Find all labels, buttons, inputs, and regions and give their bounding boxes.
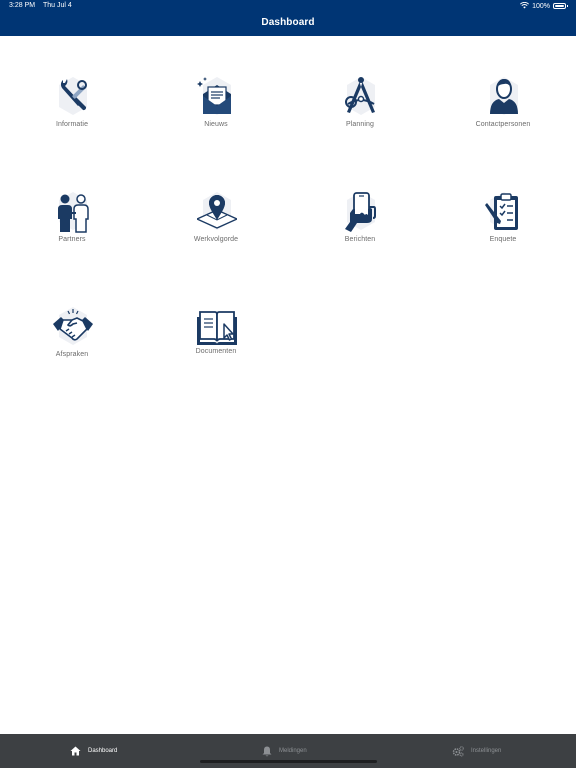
- map-pin-icon: [197, 189, 237, 233]
- tile-label: Informatie: [55, 121, 89, 128]
- handshake-icon: [53, 304, 93, 348]
- home-icon: [70, 746, 81, 756]
- tab-label: Dashboard: [88, 748, 118, 754]
- tile-label: Documenten: [195, 348, 237, 355]
- battery-percent: 100%: [532, 2, 550, 10]
- battery-level: [555, 5, 564, 7]
- status-bar: 3:28 PM Thu Jul 4 100%: [0, 0, 576, 12]
- newsletter-icon: [197, 74, 237, 118]
- tile-label: Planning: [345, 121, 375, 128]
- tile-documenten[interactable]: Documenten: [161, 306, 271, 386]
- tile-enquete[interactable]: Enquete: [448, 189, 558, 269]
- phone-hand-icon: [341, 189, 381, 233]
- status-time: 3:28 PM: [9, 2, 36, 9]
- header-bar: 3:28 PM Thu Jul 4 100% Dashboard: [0, 0, 576, 36]
- tile-nieuws[interactable]: Nieuws: [161, 74, 271, 154]
- clipboard-icon: [484, 189, 524, 233]
- tile-label: Afspraken: [55, 351, 89, 358]
- tile-werkvolgorde[interactable]: Werkvolgorde: [161, 189, 271, 269]
- battery-icon: [553, 3, 568, 9]
- wifi-icon: [520, 1, 530, 11]
- tab-instellingen[interactable]: Instellingen: [452, 734, 501, 768]
- tab-label: Instellingen: [471, 748, 502, 754]
- tile-label: Berichten: [344, 236, 376, 243]
- tile-label: Nieuws: [204, 121, 228, 128]
- tile-planning[interactable]: Planning: [305, 74, 415, 154]
- status-indicators: 100%: [520, 1, 568, 11]
- tile-label: Contactpersonen: [475, 121, 531, 128]
- tile-informatie[interactable]: Informatie: [17, 74, 127, 154]
- status-date: Thu Jul 4: [43, 2, 72, 9]
- tab-label: Meldingen: [279, 748, 307, 754]
- page-title: Dashboard: [261, 17, 315, 28]
- tile-partners[interactable]: Partners: [17, 189, 127, 269]
- book-cursor-icon: [197, 306, 237, 350]
- tile-contactpersonen[interactable]: Contactpersonen: [448, 74, 558, 154]
- gears-icon: [452, 745, 464, 757]
- tile-label: Werkvolgorde: [193, 236, 239, 243]
- tile-label: Enquete: [489, 236, 517, 243]
- partners-icon: [53, 189, 93, 233]
- person-icon: [484, 74, 524, 118]
- tools-icon: [53, 74, 93, 118]
- bell-icon: [262, 746, 272, 757]
- tile-berichten[interactable]: Berichten: [305, 189, 415, 269]
- tab-dashboard[interactable]: Dashboard: [70, 734, 117, 768]
- app-screen: 3:28 PM Thu Jul 4 100% Dashboard Informa…: [0, 0, 576, 768]
- home-indicator: [200, 760, 377, 763]
- tile-afspraken[interactable]: Afspraken: [17, 304, 127, 384]
- compass-icon: [341, 74, 381, 118]
- tile-label: Partners: [58, 236, 86, 243]
